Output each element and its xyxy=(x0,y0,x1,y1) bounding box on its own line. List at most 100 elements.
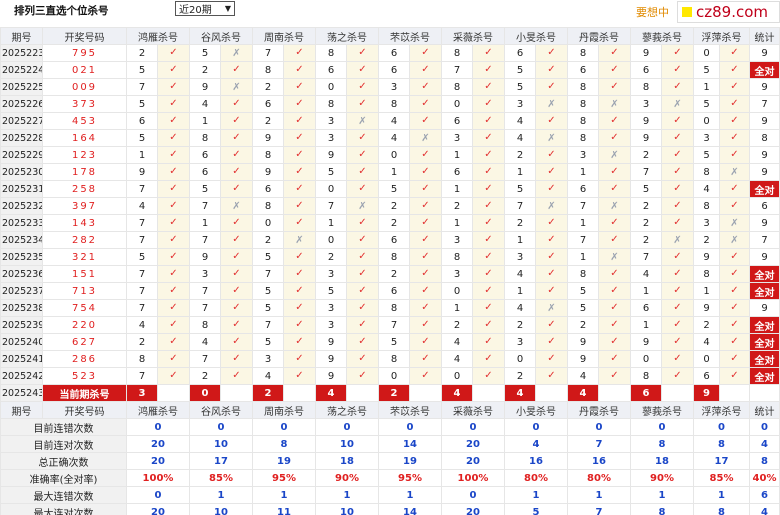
correct-count: 9 xyxy=(749,214,780,232)
check-icon: ✓ xyxy=(535,214,568,232)
kill-number: 9 xyxy=(630,44,662,62)
draw-number: 754 xyxy=(42,299,127,317)
kill-number: 0 xyxy=(693,44,720,62)
kill-number: 2 xyxy=(504,316,536,334)
check-icon: ✓ xyxy=(535,112,568,130)
check-icon: ✓ xyxy=(409,299,442,317)
cross-icon: ✗ xyxy=(346,197,379,215)
kill-number: 2 xyxy=(630,146,662,164)
check-icon: ✓ xyxy=(598,282,631,300)
stat-value: 1 xyxy=(693,486,750,504)
kill-number: 9 xyxy=(315,333,347,351)
kill-number: 2 xyxy=(378,197,410,215)
kill-number: 9 xyxy=(315,367,347,385)
check-icon: ✓ xyxy=(719,95,750,113)
check-icon: ✓ xyxy=(157,163,190,181)
kill-number: 0 xyxy=(693,112,720,130)
kill-number: 9 xyxy=(315,146,347,164)
kill-number: 6 xyxy=(504,44,536,62)
check-icon: ✓ xyxy=(472,129,505,147)
check-icon: ✓ xyxy=(535,333,568,351)
stat-value: 0 xyxy=(252,418,316,436)
kill-number: 1 xyxy=(693,78,720,96)
stat-row: 目前连错次数 0 0 0 0 0 0 0 0 0 0 0 xyxy=(0,418,780,436)
cross-icon: ✗ xyxy=(535,197,568,215)
kill-number: 1 xyxy=(567,214,599,232)
check-icon: ✓ xyxy=(719,78,750,96)
stat-value: 10 xyxy=(189,503,253,515)
check-icon: ✓ xyxy=(157,367,190,385)
header-col-5: 荡之杀号 xyxy=(315,27,379,45)
check-icon: ✓ xyxy=(472,197,505,215)
check-icon: ✓ xyxy=(220,214,253,232)
stat-value: 0 xyxy=(630,418,694,436)
kill-number: 7 xyxy=(126,231,158,249)
check-icon: ✓ xyxy=(719,180,750,198)
stat-value: 10 xyxy=(315,503,379,515)
table-footer-header-row: 期号 开奖号码 鸿雁杀号 谷风杀号 周南杀号 荡之杀号 芣苡杀号 采薇杀号 小旻杀号 丹霞杀号 蓼莪… xyxy=(0,401,780,419)
check-icon: ✓ xyxy=(719,350,750,368)
period-select[interactable]: 近20期 ▼ xyxy=(175,1,235,16)
check-icon: ✓ xyxy=(598,163,631,181)
all-correct-badge: 全对 xyxy=(749,61,780,79)
check-icon: ✓ xyxy=(157,231,190,249)
period-cell: 2025240 xyxy=(0,333,43,351)
kill-number: 7 xyxy=(126,282,158,300)
kill-number: 3 xyxy=(504,248,536,266)
kill-number: 6 xyxy=(315,61,347,79)
check-icon: ✓ xyxy=(157,299,190,317)
check-icon: ✓ xyxy=(719,333,750,351)
kill-number: 4 xyxy=(693,333,720,351)
check-icon: ✓ xyxy=(157,129,190,147)
stat-value: 0 xyxy=(441,418,505,436)
cross-icon: ✗ xyxy=(535,299,568,317)
check-icon: ✓ xyxy=(346,129,379,147)
check-icon: ✓ xyxy=(409,112,442,130)
kill-number: 0 xyxy=(693,350,720,368)
kill-number: 5 xyxy=(189,44,221,62)
current-kill-number: 2 xyxy=(252,384,284,402)
kill-number: 8 xyxy=(378,95,410,113)
header-col-10: 蓼莪杀号 xyxy=(630,27,694,45)
stat-value: 8 xyxy=(630,435,694,453)
kill-number: 3 xyxy=(441,265,473,283)
current-period-row: 2025243 当前期杀号 3 0 2 4 2 4 4 4 6 9 xyxy=(0,384,780,402)
kill-number: 5 xyxy=(252,248,284,266)
current-period-cell: 2025243 xyxy=(0,384,43,402)
check-icon: ✓ xyxy=(157,78,190,96)
period-cell: 2025229 xyxy=(0,146,43,164)
check-icon: ✓ xyxy=(661,180,694,198)
check-icon: ✓ xyxy=(535,146,568,164)
check-icon: ✓ xyxy=(598,61,631,79)
draw-number: 286 xyxy=(42,350,127,368)
footer-header-col-3: 谷风杀号 xyxy=(189,401,253,419)
stat-value: 1 xyxy=(315,486,379,504)
kill-number: 1 xyxy=(630,282,662,300)
site-logo[interactable]: cz89.com xyxy=(677,1,780,23)
check-icon: ✓ xyxy=(661,282,694,300)
check-icon: ✓ xyxy=(283,350,316,368)
kill-number: 1 xyxy=(315,214,347,232)
stat-label: 最大连错次数 xyxy=(0,486,127,504)
table-row: 2025232 397 4 ✓ 7 ✗ 8 ✓ 7 ✗ 2 ✓ 2 ✓ 7 ✗ 7 ✗ 2 ✓ 8 ✓ 6 xyxy=(0,197,780,215)
check-icon: ✓ xyxy=(409,231,442,249)
kill-number: 7 xyxy=(252,316,284,334)
kill-number: 3 xyxy=(315,129,347,147)
promo-link[interactable]: 要想中 xyxy=(636,4,669,20)
kill-number: 3 xyxy=(441,129,473,147)
check-icon: ✓ xyxy=(661,248,694,266)
cross-icon: ✗ xyxy=(598,197,631,215)
kill-number: 4 xyxy=(693,180,720,198)
check-icon: ✓ xyxy=(661,163,694,181)
check-icon: ✓ xyxy=(409,282,442,300)
kill-number: 8 xyxy=(630,78,662,96)
kill-number: 6 xyxy=(252,95,284,113)
kill-number: 7 xyxy=(567,231,599,249)
check-icon: ✓ xyxy=(472,350,505,368)
kill-number: 0 xyxy=(504,350,536,368)
current-kill-blank xyxy=(409,384,442,402)
stat-row: 准确率(全对率) 100% 85% 95% 90% 95% 100% 80% 80% 90% 85%… xyxy=(0,469,780,487)
cross-icon: ✗ xyxy=(719,231,750,249)
correct-count: 7 xyxy=(749,95,780,113)
kill-number: 9 xyxy=(252,129,284,147)
